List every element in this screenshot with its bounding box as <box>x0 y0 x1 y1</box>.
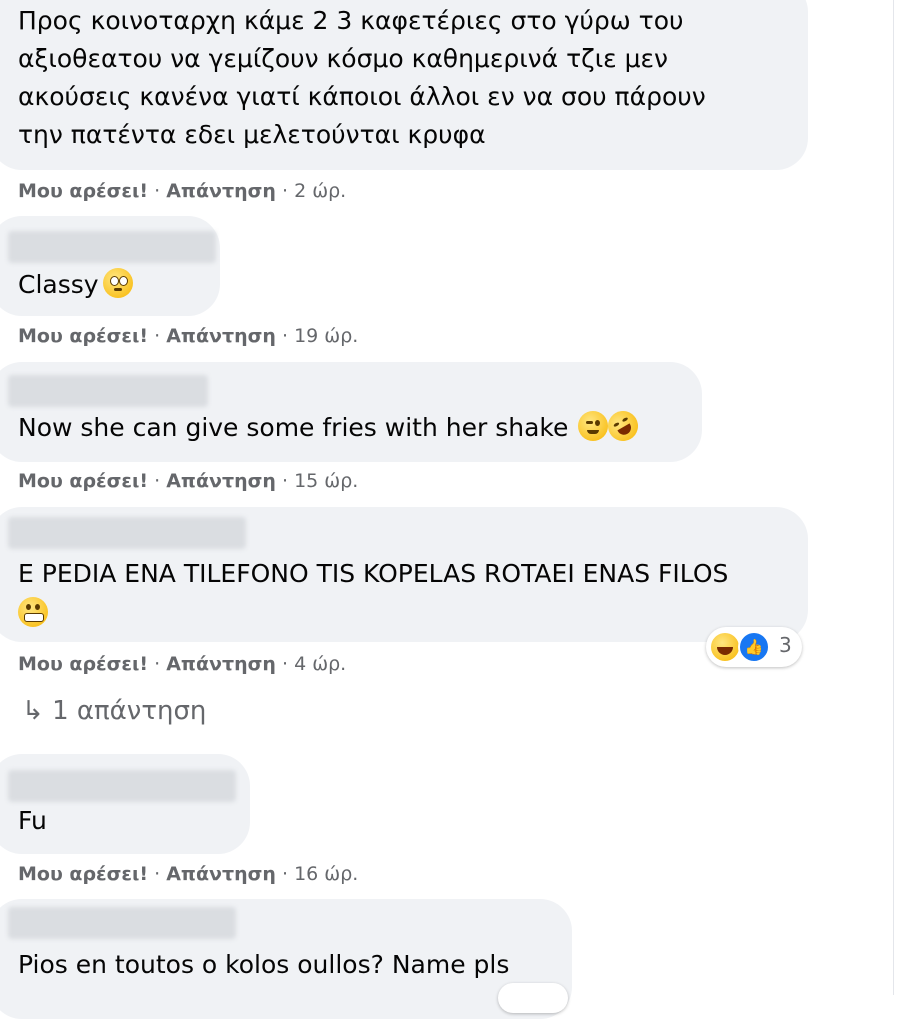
grimacing-face-emoji <box>18 597 48 627</box>
comment-actions: Μου αρέσει! · Απάντηση · 19 ώρ. <box>18 324 358 348</box>
reply-link[interactable]: Απάντηση <box>166 325 276 347</box>
comment-bubble: Classy <box>0 216 220 316</box>
separator: · <box>154 325 161 347</box>
like-link[interactable]: Μου αρέσει! <box>18 180 148 202</box>
like-link[interactable]: Μου αρέσει! <box>18 863 148 885</box>
reply-link[interactable]: Απάντηση <box>166 653 276 675</box>
comment-actions: Μου αρέσει! · Απάντηση · 16 ώρ. <box>18 862 358 886</box>
comment-text: Προς κοινοταρχη κάμε 2 3 καφετέριες στο … <box>18 6 684 35</box>
reply-link[interactable]: Απάντηση <box>166 470 276 492</box>
separator: · <box>281 325 289 347</box>
comment-actions: Μου αρέσει! · Απάντηση · 2 ώρ. <box>18 179 346 203</box>
separator: · <box>281 470 289 492</box>
rolling-laughing-emoji <box>602 405 644 447</box>
comment-text: Now she can give some fries with her sha… <box>18 405 644 447</box>
comment-text: Fu <box>18 806 47 835</box>
reaction-count: 3 <box>779 633 792 657</box>
partial-reaction-badge[interactable] <box>498 983 568 1013</box>
comment-text: E PEDIA ENA TILEFONO TIS KOPELAS ROTAEI … <box>18 559 729 588</box>
replies-count-label: 1 απάντηση <box>52 696 207 726</box>
like-reaction-icon: 👍 <box>738 631 770 663</box>
timestamp[interactable]: 2 ώρ. <box>294 180 346 202</box>
reply-link[interactable]: Απάντηση <box>166 863 276 885</box>
view-replies-link[interactable]: ↳ 1 απάντηση <box>22 696 206 726</box>
separator: · <box>281 863 289 885</box>
comment-actions: Μου αρέσει! · Απάντηση · 4 ώρ. <box>18 652 346 676</box>
comment-bubble: Προς κοινοταρχη κάμε 2 3 καφετέριες στο … <box>0 0 808 170</box>
like-link[interactable]: Μου αρέσει! <box>18 470 148 492</box>
separator: · <box>281 180 289 202</box>
reply-arrow-icon: ↳ <box>22 696 44 726</box>
comment-text: ακούσεις κανένα γιατί κάποιοι άλλοι εν ν… <box>18 82 706 111</box>
comment-text: Classy <box>18 266 133 303</box>
haha-reaction-icon <box>709 631 741 663</box>
comment-text <box>14 595 48 632</box>
reply-link[interactable]: Απάντηση <box>166 180 276 202</box>
like-link[interactable]: Μου αρέσει! <box>18 653 148 675</box>
separator: · <box>154 180 161 202</box>
comment-text-content: Now she can give some fries with her sha… <box>18 413 569 442</box>
commenter-name-redacted[interactable] <box>8 231 216 263</box>
timestamp[interactable]: 19 ώρ. <box>294 325 358 347</box>
scrollbar[interactable] <box>893 0 900 995</box>
comment-bubble: E PEDIA ENA TILEFONO TIS KOPELAS ROTAEI … <box>0 507 808 642</box>
commenter-name-redacted[interactable] <box>8 517 246 549</box>
winking-face-emoji <box>578 411 609 441</box>
comment-bubble: Now she can give some fries with her sha… <box>0 362 702 462</box>
comment-text: Pios en toutos o kolos oullos? Name pls <box>18 950 510 979</box>
timestamp[interactable]: 4 ώρ. <box>294 653 346 675</box>
comment-actions: Μου αρέσει! · Απάντηση · 15 ώρ. <box>18 469 358 493</box>
flushed-face-emoji <box>102 268 133 298</box>
comment-text: την πατέντα εδει μελετούνται κρυφα <box>18 120 486 149</box>
reaction-summary[interactable]: 👍 3 <box>706 627 802 667</box>
comment-bubble: Fu <box>0 754 250 854</box>
comment-text-content: Classy <box>18 270 99 299</box>
separator: · <box>281 653 289 675</box>
separator: · <box>154 863 161 885</box>
timestamp[interactable]: 16 ώρ. <box>294 863 358 885</box>
commenter-name-redacted[interactable] <box>8 375 208 407</box>
commenter-name-redacted[interactable] <box>8 770 236 802</box>
separator: · <box>154 470 161 492</box>
commenter-name-redacted[interactable] <box>8 907 236 939</box>
timestamp[interactable]: 15 ώρ. <box>294 470 358 492</box>
comment-text: αξιοθεατου να γεμίζουν κόσμο καθημερινά … <box>18 44 669 73</box>
like-link[interactable]: Μου αρέσει! <box>18 325 148 347</box>
separator: · <box>154 653 161 675</box>
comment-bubble: Pios en toutos o kolos oullos? Name pls <box>0 899 572 1019</box>
